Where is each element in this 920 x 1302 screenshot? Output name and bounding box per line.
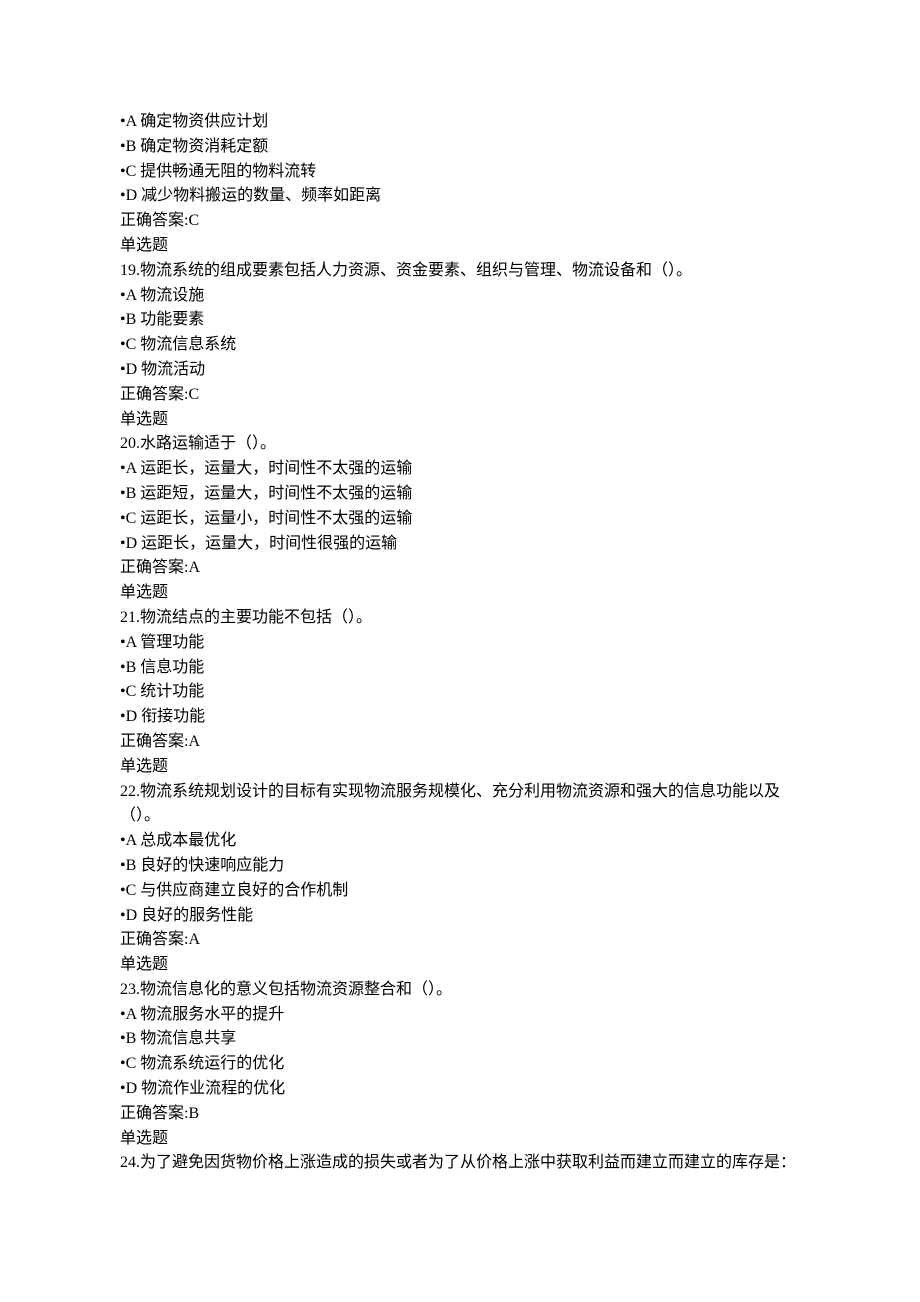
text-line: •B 信息功能 (120, 656, 800, 681)
text-line: •A 物流服务水平的提升 (120, 1003, 800, 1028)
text-line: •B 运距短，运量大，时间性不太强的运输 (120, 482, 800, 507)
text-line: 23.物流信息化的意义包括物流资源整合和（）。 (120, 978, 800, 1003)
text-line: 单选题 (120, 581, 800, 606)
text-line: 正确答案:A (120, 730, 800, 755)
text-line: •A 确定物资供应计划 (120, 110, 800, 135)
text-line: •C 与供应商建立良好的合作机制 (120, 879, 800, 904)
text-line: 单选题 (120, 755, 800, 780)
text-line: 22.物流系统规划设计的目标有实现物流服务规模化、充分利用物流资源和强大的信息功… (120, 780, 800, 830)
text-line: 正确答案:A (120, 556, 800, 581)
text-line: •C 物流系统运行的优化 (120, 1052, 800, 1077)
text-line: •D 良好的服务性能 (120, 904, 800, 929)
text-line: •B 物流信息共享 (120, 1027, 800, 1052)
text-line: •C 物流信息系统 (120, 333, 800, 358)
text-line: 24.为了避免因货物价格上涨造成的损失或者为了从价格上涨中获取利益而建立而建立的… (120, 1151, 800, 1176)
text-line: 单选题 (120, 234, 800, 259)
text-line: •A 总成本最优化 (120, 829, 800, 854)
text-line: •D 减少物料搬运的数量、频率如距离 (120, 184, 800, 209)
text-line: •C 运距长，运量小，时间性不太强的运输 (120, 507, 800, 532)
text-line: 单选题 (120, 1127, 800, 1152)
text-line: •A 运距长，运量大，时间性不太强的运输 (120, 457, 800, 482)
text-line: 19.物流系统的组成要素包括人力资源、资金要素、组织与管理、物流设备和（）。 (120, 259, 800, 284)
text-line: 21.物流结点的主要功能不包括（）。 (120, 606, 800, 631)
text-line: •B 良好的快速响应能力 (120, 854, 800, 879)
text-line: 20.水路运输适于（）。 (120, 432, 800, 457)
text-line: 正确答案:A (120, 928, 800, 953)
text-line: 正确答案:B (120, 1102, 800, 1127)
text-line: •C 统计功能 (120, 680, 800, 705)
text-line: •D 物流作业流程的优化 (120, 1077, 800, 1102)
text-line: •C 提供畅通无阻的物料流转 (120, 160, 800, 185)
text-line: 单选题 (120, 953, 800, 978)
text-line: 单选题 (120, 408, 800, 433)
text-line: •A 物流设施 (120, 284, 800, 309)
text-line: •B 功能要素 (120, 308, 800, 333)
text-line: •D 物流活动 (120, 358, 800, 383)
text-line: •D 衔接功能 (120, 705, 800, 730)
text-line: •B 确定物资消耗定额 (120, 135, 800, 160)
text-line: •D 运距长，运量大，时间性很强的运输 (120, 532, 800, 557)
text-line: 正确答案:C (120, 209, 800, 234)
text-line: •A 管理功能 (120, 631, 800, 656)
document-page: •A 确定物资供应计划•B 确定物资消耗定额•C 提供畅通无阻的物料流转•D 减… (0, 0, 920, 1302)
text-line: 正确答案:C (120, 383, 800, 408)
document-body: •A 确定物资供应计划•B 确定物资消耗定额•C 提供畅通无阻的物料流转•D 减… (120, 110, 800, 1176)
